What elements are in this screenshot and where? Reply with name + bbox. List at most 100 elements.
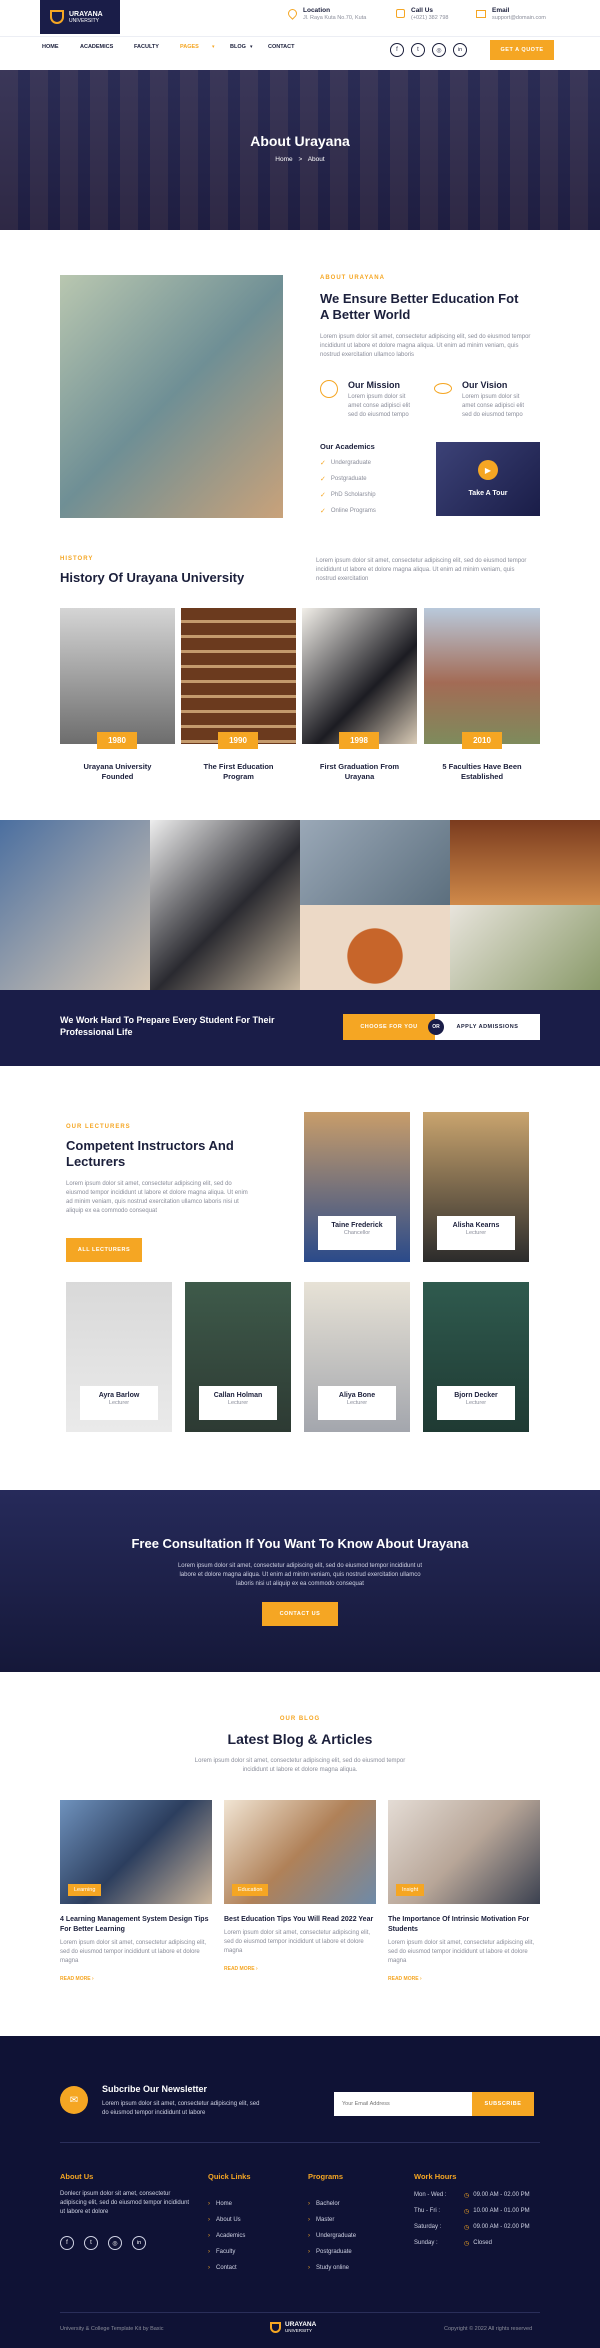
lecturer-card[interactable]: Ayra Barlow Lecturer: [66, 1282, 172, 1432]
gallery-image: [300, 820, 450, 905]
lecturer-card[interactable]: Callan Holman Lecturer: [185, 1282, 291, 1432]
get-quote-button[interactable]: GET A QUOTE: [490, 40, 554, 60]
logo-name: URAYANA: [69, 10, 103, 18]
contact-call: Call Us (+021) 382 798: [396, 7, 448, 23]
mail-icon: [476, 10, 486, 18]
all-lecturers-button[interactable]: ALL LECTURERS: [66, 1238, 142, 1262]
twitter-icon[interactable]: t: [84, 2236, 98, 2250]
consultation-section: Free Consultation If You Want To Know Ab…: [0, 1490, 600, 1672]
hero-banner: About Urayana Home > About: [0, 70, 600, 230]
nav-faculty[interactable]: FACULTY: [134, 44, 180, 50]
history-card-2: 1990 The First Education Program: [181, 608, 296, 782]
take-tour-card[interactable]: ▶ Take A Tour: [436, 442, 540, 516]
social-header: f t ◎ in: [390, 43, 467, 57]
arrow-right-icon: ›: [255, 1966, 258, 1972]
about-image: [60, 275, 283, 518]
gallery-image: [150, 820, 300, 990]
programs-links: › Bachelor › Master › Undergraduate › Postgr…: [308, 2201, 357, 2271]
twitter-icon[interactable]: t: [411, 43, 425, 57]
academics-list: ✓ Undergraduate ✓ Postgraduate ✓ PhD Schola…: [320, 459, 376, 523]
nav-home[interactable]: HOME: [42, 44, 80, 50]
clock-icon: ◷: [464, 2225, 470, 2231]
newsletter-icon: ✉: [60, 2086, 88, 2114]
location-icon: [286, 7, 299, 20]
newsletter-email-input[interactable]: [334, 2092, 472, 2116]
gallery-image: [300, 905, 450, 990]
footer-link-home[interactable]: Home: [216, 2201, 232, 2207]
footer-link-about[interactable]: About Us: [216, 2217, 241, 2223]
mission-icon: [320, 380, 338, 398]
footer: ✉ Subcribe Our Newsletter Lorem ipsum do…: [0, 2036, 600, 2348]
check-icon: ✓: [320, 492, 326, 499]
nav-contact[interactable]: CONTACT: [268, 44, 294, 50]
chevron-down-icon: ▾: [250, 44, 253, 50]
logo-mark-icon: [50, 10, 64, 24]
history-image: [302, 608, 417, 744]
logo-sub: UNIVERSITY: [69, 17, 100, 24]
footer-logo[interactable]: URAYANA UNIVERSITY: [270, 2321, 316, 2333]
social-footer: f t ◎ in: [60, 2236, 146, 2250]
read-more-link[interactable]: READ MORE ›: [388, 1976, 540, 1982]
work-hours: Mon - Wed : ◷ 09.00 AM - 02.00 PM Thu - Fr…: [414, 2192, 540, 2256]
chevron-down-icon: ▾: [212, 44, 215, 50]
play-icon[interactable]: ▶: [478, 460, 498, 480]
contact-email: Email support@domain.com: [476, 7, 546, 23]
about-title: We Ensure Better Education Fot A Better …: [320, 291, 519, 322]
nav-blog[interactable]: BLOG: [230, 44, 250, 50]
nav-pages[interactable]: PAGES: [180, 44, 212, 50]
contact-us-button[interactable]: CONTACT US: [262, 1602, 338, 1626]
check-icon: ✓: [320, 460, 326, 467]
history-image: [60, 608, 175, 744]
gallery-image: [450, 905, 600, 990]
linkedin-icon[interactable]: in: [132, 2236, 146, 2250]
lecturer-card[interactable]: Aliya Bone Lecturer: [304, 1282, 410, 1432]
contact-location: Location Jl. Raya Kuta No.70, Kuta: [286, 7, 366, 23]
footer-link-academics[interactable]: Academics: [216, 2233, 245, 2239]
clock-icon: ◷: [464, 2193, 470, 2199]
history-image: [424, 608, 540, 744]
read-more-link[interactable]: READ MORE ›: [60, 1976, 212, 1982]
gallery-image: [0, 820, 150, 990]
history-title: History Of Urayana University: [60, 570, 245, 585]
history-image: [181, 608, 296, 744]
arrow-right-icon: ›: [91, 1976, 94, 1982]
gallery: [0, 820, 600, 990]
blog-card[interactable]: Learning 4 Learning Management System De…: [60, 1800, 212, 1982]
instagram-icon[interactable]: ◎: [108, 2236, 122, 2250]
history-card-4: 2010 5 Faculties Have Been Established: [424, 608, 540, 782]
nav-academics[interactable]: ACADEMICS: [80, 44, 134, 50]
history-card-3: 1998 First Graduation From Urayana: [302, 608, 417, 782]
clock-icon: ◷: [464, 2241, 470, 2247]
blog-title: Latest Blog & Articles: [227, 1731, 373, 1747]
apply-admissions-button[interactable]: APPLY ADMISSIONS: [435, 1014, 540, 1040]
quick-links: › Home › About Us › Academics › Faculty › Con…: [208, 2201, 246, 2271]
linkedin-icon[interactable]: in: [453, 43, 467, 57]
read-more-link[interactable]: READ MORE ›: [224, 1966, 376, 1972]
blog-card[interactable]: Education Best Education Tips You Will R…: [224, 1800, 376, 1972]
clock-icon: ◷: [464, 2209, 470, 2215]
breadcrumb: Home > About: [275, 156, 325, 163]
phone-icon: [396, 9, 405, 18]
blog-card[interactable]: Insight The Importance Of Intrinsic Moti…: [388, 1800, 540, 1982]
footer-link-faculty[interactable]: Faculty: [216, 2249, 235, 2255]
check-icon: ✓: [320, 476, 326, 483]
breadcrumb-home[interactable]: Home: [275, 156, 292, 163]
choose-for-you-button[interactable]: CHOOSE FOR YOU: [343, 1014, 435, 1040]
logo[interactable]: URAYANA UNIVERSITY: [40, 0, 120, 34]
vision-icon: [434, 383, 452, 394]
arrow-right-icon: ›: [419, 1976, 422, 1982]
footer-link-contact[interactable]: Contact: [216, 2265, 237, 2271]
subscribe-button[interactable]: SUBSCRIBE: [472, 2092, 534, 2116]
breadcrumb-current: About: [307, 156, 325, 163]
instagram-icon[interactable]: ◎: [432, 43, 446, 57]
logo-mark-icon: [270, 2321, 281, 2333]
lecturer-card[interactable]: Taine Frederick Chancellor: [304, 1112, 410, 1262]
history-card-1: 1980 Urayana University Founded: [60, 608, 175, 782]
lecturer-card[interactable]: Alisha Kearns Lecturer: [423, 1112, 529, 1262]
facebook-icon[interactable]: f: [60, 2236, 74, 2250]
check-icon: ✓: [320, 508, 326, 515]
page-title: About Urayana: [250, 133, 350, 149]
facebook-icon[interactable]: f: [390, 43, 404, 57]
lecturer-card[interactable]: Bjorn Decker Lecturer: [423, 1282, 529, 1432]
main-nav: HOME ACADEMICS FACULTY PAGES ▾ BLOG ▾ CO…: [42, 44, 294, 50]
